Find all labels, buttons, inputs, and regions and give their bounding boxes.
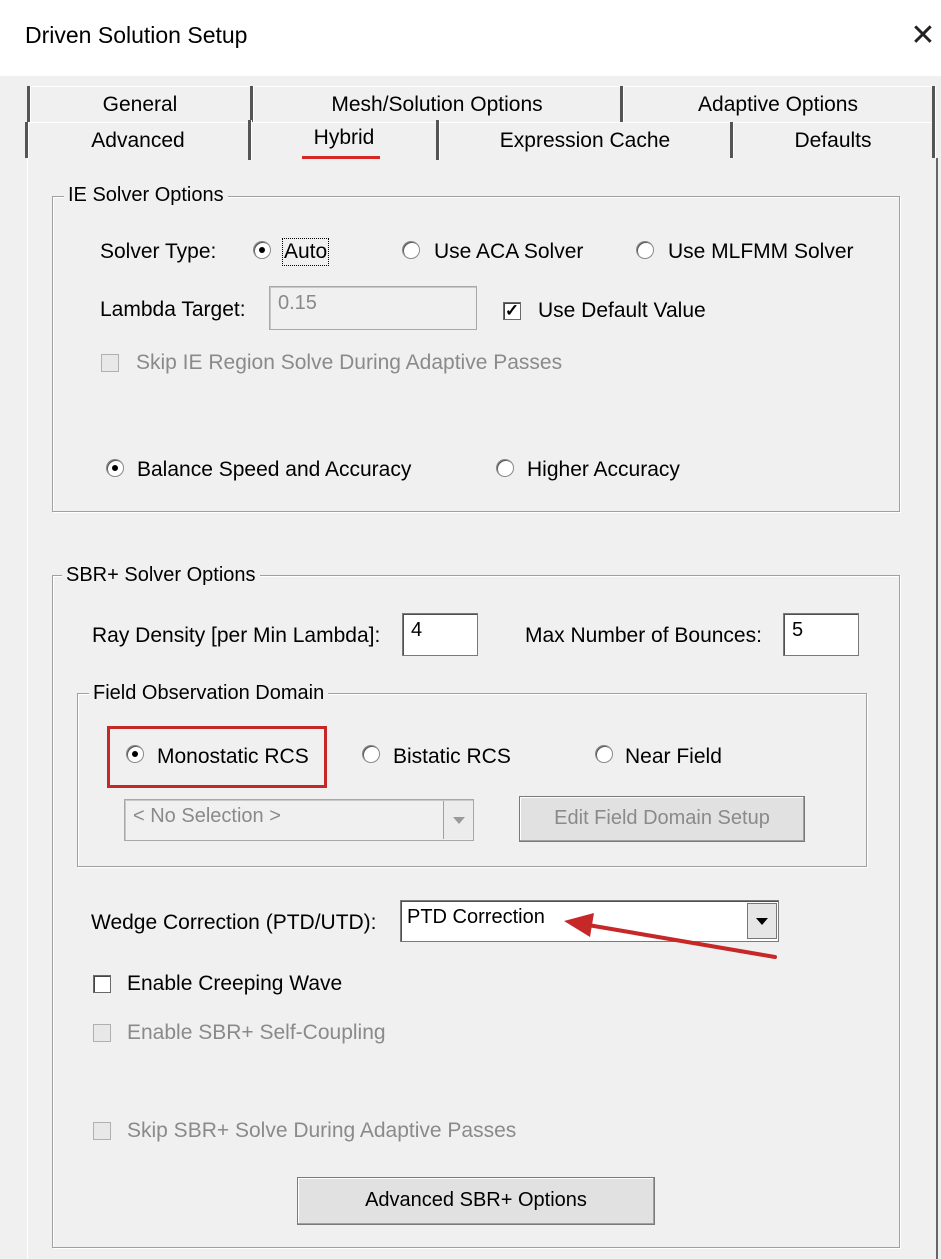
use-default-checkbox[interactable]: ✓ <box>503 302 521 320</box>
title-bar: Driven Solution Setup ✕ <box>0 0 941 76</box>
skip-ie-checkbox <box>101 354 119 372</box>
self-coupling-checkbox <box>93 1024 111 1042</box>
field-domain-select: < No Selection > <box>124 799 474 841</box>
use-default-label[interactable]: Use Default Value <box>538 299 706 323</box>
advanced-sbr-options-button[interactable]: Advanced SBR+ Options <box>297 1177 655 1225</box>
solver-type-label: Solver Type: <box>100 240 217 263</box>
ray-density-label: Ray Density [per Min Lambda]: <box>92 624 381 647</box>
tab-mesh-solution-options[interactable]: Mesh/Solution Options <box>254 88 620 122</box>
radio-auto-label[interactable]: Auto <box>281 238 330 266</box>
max-bounces-label: Max Number of Bounces: <box>525 624 762 647</box>
lambda-target-input: 0.15 <box>269 286 477 330</box>
lambda-target-label: Lambda Target: <box>100 298 246 321</box>
window-title: Driven Solution Setup <box>25 22 248 48</box>
wedge-correction-label: Wedge Correction (PTD/UTD): <box>91 911 377 934</box>
chevron-down-icon <box>453 817 465 824</box>
tab-expression-cache[interactable]: Expression Cache <box>440 124 730 158</box>
radio-monostatic-rcs-label[interactable]: Monostatic RCS <box>157 745 309 769</box>
field-domain-dropdown-button <box>443 801 473 839</box>
radio-mlfmm[interactable] <box>636 241 654 259</box>
radio-auto[interactable] <box>253 241 271 259</box>
annotation-arrow-icon <box>564 913 777 959</box>
radio-monostatic-rcs[interactable] <box>126 745 144 763</box>
edit-field-domain-button: Edit Field Domain Setup <box>519 796 805 842</box>
radio-aca[interactable] <box>402 241 420 259</box>
self-coupling-label: Enable SBR+ Self-Coupling <box>127 1021 386 1044</box>
radio-near-field[interactable] <box>595 745 613 763</box>
radio-mlfmm-label[interactable]: Use MLFMM Solver <box>668 240 854 264</box>
max-bounces-input[interactable]: 5 <box>783 613 859 656</box>
skip-sbr-label: Skip SBR+ Solve During Adaptive Passes <box>127 1119 517 1142</box>
field-domain-group-label: Field Observation Domain <box>89 682 329 705</box>
ray-density-input[interactable]: 4 <box>402 613 478 656</box>
radio-bistatic-rcs[interactable] <box>362 745 380 763</box>
tab-defaults[interactable]: Defaults <box>734 124 932 158</box>
wedge-correction-value: PTD Correction <box>407 906 545 928</box>
tab-hybrid[interactable]: Hybrid <box>252 121 436 155</box>
radio-balance-label[interactable]: Balance Speed and Accuracy <box>137 458 411 482</box>
radio-near-field-label[interactable]: Near Field <box>625 745 722 769</box>
radio-higher-accuracy-label[interactable]: Higher Accuracy <box>527 458 680 482</box>
skip-sbr-checkbox <box>93 1122 111 1140</box>
field-domain-select-value: < No Selection > <box>133 805 281 827</box>
ie-solver-group-label: IE Solver Options <box>64 184 228 207</box>
tab-advanced[interactable]: Advanced <box>28 124 248 158</box>
skip-ie-label: Skip IE Region Solve During Adaptive Pas… <box>136 351 563 374</box>
creeping-wave-label[interactable]: Enable Creeping Wave <box>127 972 342 996</box>
radio-aca-label[interactable]: Use ACA Solver <box>434 240 583 264</box>
creeping-wave-checkbox[interactable] <box>93 975 111 993</box>
radio-bistatic-rcs-label[interactable]: Bistatic RCS <box>393 745 511 769</box>
radio-higher-accuracy[interactable] <box>496 459 514 477</box>
dialog-window: Driven Solution Setup ✕ General Mesh/Sol… <box>0 0 941 1259</box>
sbr-solver-group-label: SBR+ Solver Options <box>62 564 260 587</box>
tab-adaptive-options[interactable]: Adaptive Options <box>624 88 932 122</box>
radio-balance[interactable] <box>106 459 124 477</box>
close-icon[interactable]: ✕ <box>905 14 941 58</box>
tab-general[interactable]: General <box>30 88 250 122</box>
